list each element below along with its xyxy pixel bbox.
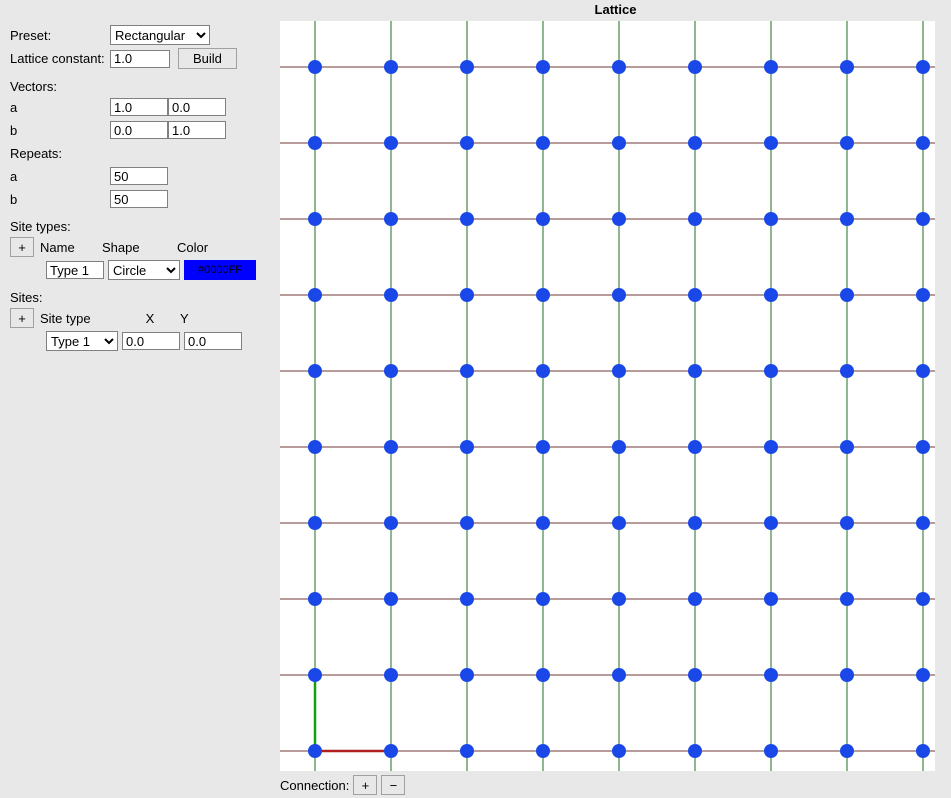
add-site-type-button[interactable]: + — [10, 237, 34, 257]
sidebar: Preset: Rectangular Lattice constant: Bu… — [0, 17, 280, 798]
vector-b-label: b — [10, 123, 110, 138]
lattice-canvas[interactable] — [280, 21, 935, 771]
site-type-header: Site type — [40, 311, 120, 326]
repeats-label: Repeats: — [10, 146, 62, 161]
page-title: Lattice — [280, 0, 951, 17]
site-type-name-header: Name — [40, 240, 102, 255]
site-y-input[interactable] — [184, 332, 242, 350]
lattice-constant-input[interactable] — [110, 50, 170, 68]
site-y-header: Y — [180, 311, 230, 326]
add-connection-button[interactable]: + — [353, 775, 377, 795]
site-type-select[interactable]: Type 1 — [46, 331, 118, 351]
preset-select[interactable]: Rectangular — [110, 25, 210, 45]
add-site-button[interactable]: + — [10, 308, 34, 328]
site-type-name-input[interactable] — [46, 261, 104, 279]
lattice-constant-label: Lattice constant: — [10, 51, 110, 66]
site-x-input[interactable] — [122, 332, 180, 350]
site-type-color-picker[interactable]: #0000FF — [184, 260, 256, 280]
connection-label: Connection: — [280, 778, 349, 793]
repeats-a-label: a — [10, 169, 110, 184]
site-types-label: Site types: — [10, 219, 270, 234]
build-button[interactable]: Build — [178, 48, 237, 69]
vector-a-y-input[interactable] — [168, 98, 226, 116]
vector-b-x-input[interactable] — [110, 121, 168, 139]
vector-a-x-input[interactable] — [110, 98, 168, 116]
repeats-a-input[interactable] — [110, 167, 168, 185]
vector-a-label: a — [10, 100, 110, 115]
vector-b-y-input[interactable] — [168, 121, 226, 139]
sites-label: Sites: — [10, 290, 270, 305]
repeats-b-label: b — [10, 192, 110, 207]
lattice-svg — [280, 21, 935, 771]
preset-label: Preset: — [10, 28, 110, 43]
site-type-shape-header: Shape — [102, 240, 177, 255]
remove-connection-button[interactable]: − — [381, 775, 405, 795]
site-type-color-header: Color — [177, 240, 247, 255]
site-x-header: X — [120, 311, 180, 326]
repeats-b-input[interactable] — [110, 190, 168, 208]
site-type-shape-select[interactable]: Circle — [108, 260, 180, 280]
vectors-label: Vectors: — [10, 79, 270, 94]
